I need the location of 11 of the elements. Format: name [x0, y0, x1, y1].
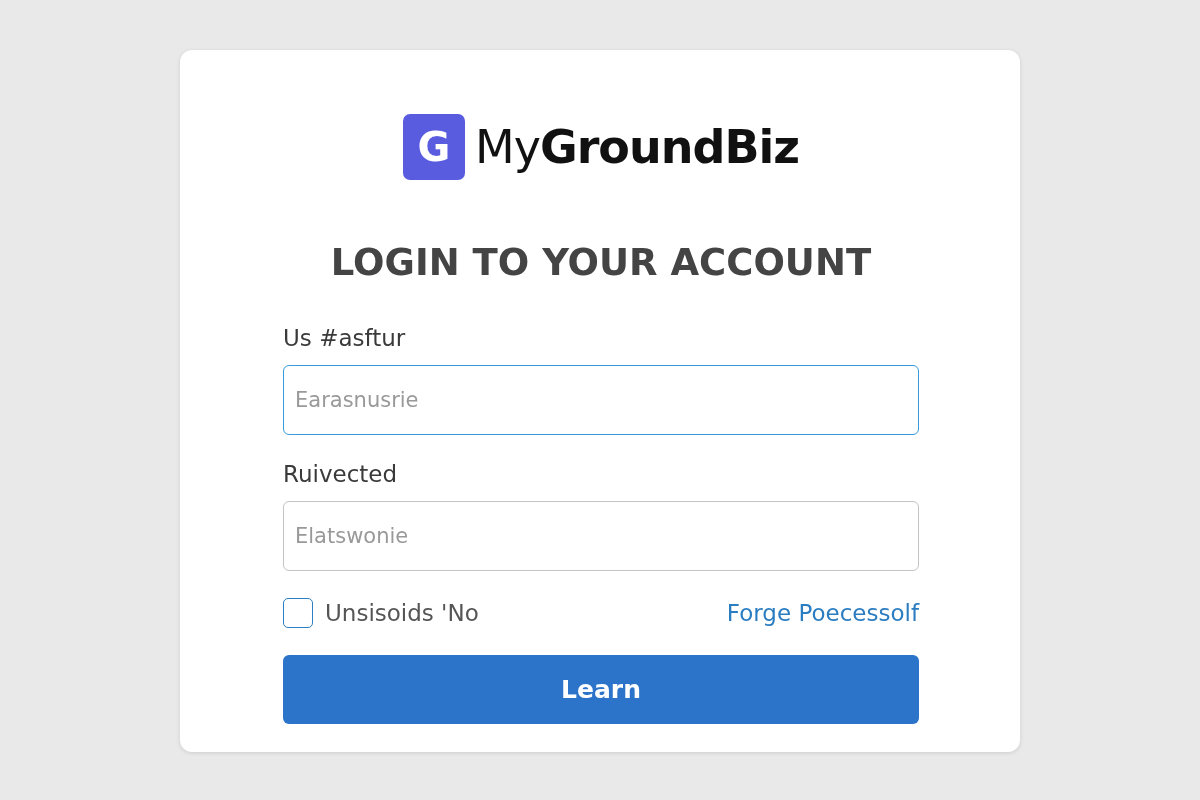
forgot-password-link[interactable]: Forge Poecessolf: [726, 600, 919, 626]
checkbox-label: Unsisoids 'No: [325, 600, 479, 626]
checkbox[interactable]: [283, 598, 313, 628]
login-title: LOGIN TO YOUR ACCOUNT: [329, 241, 873, 285]
login-button[interactable]: Learn: [283, 655, 919, 724]
field-label: Us #asftur: [283, 324, 406, 353]
input-field[interactable]: Elatswonie: [283, 501, 919, 571]
logo-mark: G: [403, 114, 465, 180]
input-field[interactable]: Earasnusrie: [283, 365, 919, 435]
brand-name: MyGroundBiz: [475, 120, 799, 174]
field-label: Ruivected: [283, 460, 398, 489]
